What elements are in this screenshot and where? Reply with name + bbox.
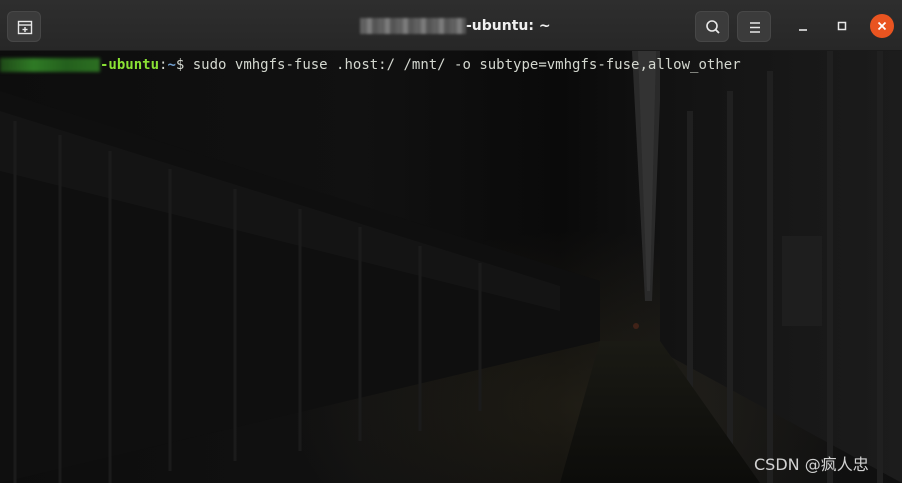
minimize-button[interactable] [791, 14, 815, 38]
title-bar[interactable]: -ubuntu: ~ [0, 0, 902, 51]
close-button[interactable] [870, 14, 894, 38]
maximize-button[interactable] [830, 14, 854, 38]
redacted-username [0, 58, 100, 72]
prompt-symbol: $ [175, 57, 193, 73]
maximize-icon [837, 21, 847, 31]
terminal-area[interactable]: -ubuntu: ~ $ sudo vmhgfs-fuse .host:/ /mnt… [0, 51, 902, 483]
search-icon [706, 20, 720, 34]
menu-button[interactable] [737, 11, 771, 42]
new-tab-icon [17, 20, 33, 35]
background-wallpaper [0, 51, 902, 483]
window-title-text: -ubuntu: ~ [466, 18, 551, 34]
minimize-icon [799, 29, 807, 31]
terminal-window: -ubuntu: ~ -ubuntu: ~ $ sudo vmhgfs-fus… [0, 0, 902, 483]
command-line[interactable]: -ubuntu: ~ $ sudo vmhgfs-fuse .host:/ /mnt… [0, 55, 741, 75]
search-button[interactable] [695, 11, 729, 42]
prompt-hostname: -ubuntu [100, 57, 160, 73]
prompt-separator: : [159, 57, 168, 73]
command-text: sudo vmhgfs-fuse .host:/ /mnt/ -o subtyp… [192, 57, 741, 73]
redacted-username [360, 18, 466, 34]
close-icon [877, 21, 887, 31]
new-tab-button[interactable] [7, 11, 41, 42]
prompt-path: ~ [167, 57, 176, 73]
hamburger-menu-icon [750, 22, 760, 33]
watermark: CSDN @疯人忠 [754, 455, 869, 474]
window-title: -ubuntu: ~ [360, 16, 551, 36]
